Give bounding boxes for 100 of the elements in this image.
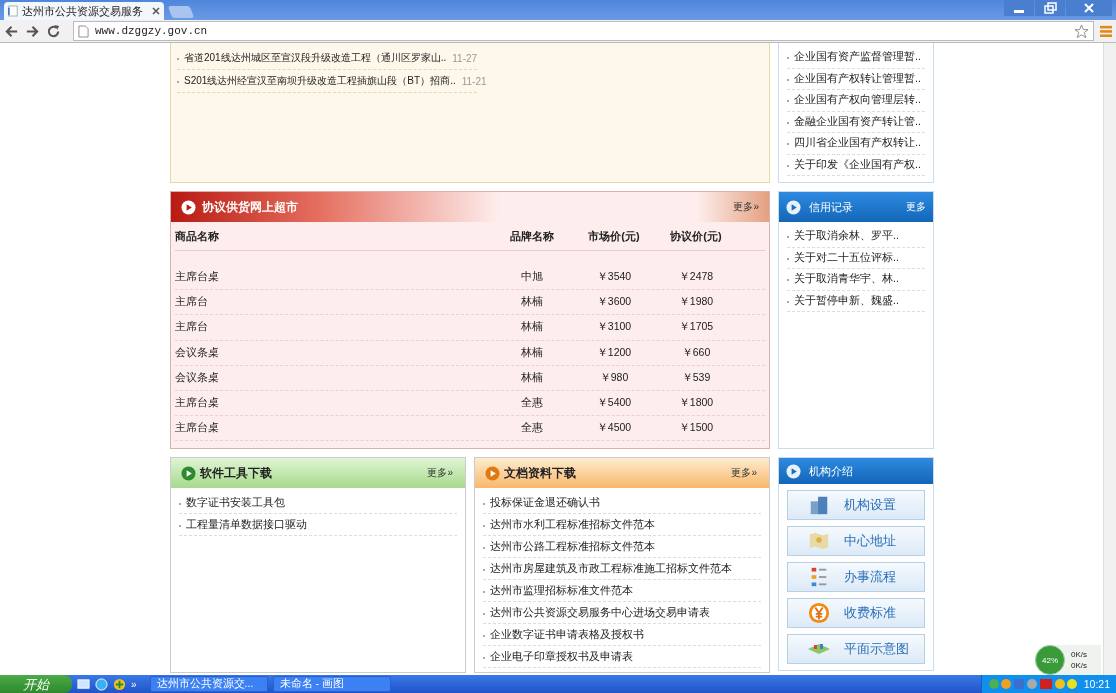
map-icon bbox=[808, 530, 830, 552]
star-icon[interactable] bbox=[1074, 23, 1089, 39]
column-header: 商品名称 bbox=[175, 228, 220, 244]
start-button[interactable]: 开始 bbox=[0, 675, 72, 693]
more-link[interactable]: 更多» bbox=[427, 466, 453, 480]
download-link[interactable]: 达州市水利工程标准招标文件范本 bbox=[483, 517, 655, 532]
download-link[interactable]: 达州市公共资源交易服务中心进场交易申请表 bbox=[483, 605, 710, 620]
forward-icon[interactable] bbox=[25, 23, 40, 39]
table-cell-text: ￥980 bbox=[598, 370, 630, 385]
about-button[interactable]: 收费标准 bbox=[787, 598, 925, 628]
policy-link[interactable]: 金融企业国有资产转让管.. bbox=[787, 114, 921, 129]
menu-icon[interactable] bbox=[1100, 25, 1112, 37]
table-cell-text: 林楠 bbox=[520, 370, 544, 385]
about-button[interactable]: 中心地址 bbox=[787, 526, 925, 556]
table-cell-text: 主席台 bbox=[175, 295, 209, 310]
address-bar[interactable]: www.dzggzy.gov.cn bbox=[73, 21, 1094, 41]
policy-link[interactable]: 四川省企业国有产权转让.. bbox=[787, 136, 921, 151]
table-cell-text: ￥1200 bbox=[595, 345, 633, 360]
column-header: 协议价(元) bbox=[669, 228, 723, 244]
credit-link[interactable]: 关于取消青华宇、林.. bbox=[787, 272, 899, 287]
download-link[interactable]: 工程量清单数据接口驱动 bbox=[179, 517, 307, 532]
about-button[interactable]: 平面示意图 bbox=[787, 634, 925, 664]
reload-icon[interactable] bbox=[46, 23, 61, 39]
download-link[interactable]: 企业电子印章授权书及申请表 bbox=[483, 649, 633, 664]
download-link[interactable]: 达州市房屋建筑及市政工程标准施工招标文件范本 bbox=[483, 561, 732, 576]
table-cell-text: 主席台桌 bbox=[175, 396, 220, 411]
back-icon[interactable] bbox=[4, 23, 19, 39]
policy-link[interactable]: 关于印发《企业国有产权.. bbox=[787, 157, 921, 172]
more-link[interactable]: 更多 bbox=[906, 200, 926, 214]
restore-icon[interactable] bbox=[1035, 0, 1065, 16]
taskbar-button[interactable]: 达州市公共资源交... bbox=[149, 676, 268, 692]
credit-link[interactable]: 关于暂停申新、魏盛.. bbox=[787, 293, 899, 308]
table-cell-text: 全惠 bbox=[520, 421, 544, 436]
upload-speed: 0K/s bbox=[1071, 649, 1087, 660]
minimize-icon[interactable] bbox=[1004, 0, 1034, 16]
page-icon bbox=[78, 24, 89, 38]
policy-link[interactable]: 企业国有产权转让管理暂.. bbox=[787, 71, 921, 86]
scrollbar[interactable] bbox=[1103, 43, 1116, 675]
play-icon bbox=[786, 463, 801, 479]
panel-title: 信用记录 bbox=[809, 199, 854, 215]
table-cell-text: ￥1500 bbox=[677, 421, 715, 436]
tab-title: 达州市公共资源交易服务 bbox=[22, 3, 144, 19]
more-link[interactable]: 更多» bbox=[733, 200, 759, 214]
credit-link[interactable]: 关于取消余林、罗平.. bbox=[787, 229, 899, 244]
table-cell-text: ￥3100 bbox=[595, 320, 633, 335]
table-cell-text: ￥1705 bbox=[677, 320, 715, 335]
desktop-icon[interactable] bbox=[77, 677, 90, 691]
notice-link[interactable]: S201线达州经宣汉至南坝升级改造工程插旗山段（BT）招商.. bbox=[177, 74, 456, 88]
panel-title: 软件工具下载 bbox=[200, 464, 273, 482]
table-cell-text: 林楠 bbox=[520, 345, 544, 360]
table-cell-text: 林楠 bbox=[520, 295, 544, 310]
table-cell-text: ￥1980 bbox=[677, 295, 715, 310]
more-button[interactable]: » bbox=[131, 678, 137, 690]
floor-plan-icon bbox=[808, 644, 830, 654]
clock: 10:21 bbox=[1083, 678, 1110, 690]
more-link[interactable]: 更多» bbox=[731, 466, 757, 480]
page-icon bbox=[8, 5, 18, 17]
download-link[interactable]: 投标保证金退还确认书 bbox=[483, 495, 600, 510]
download-link[interactable]: 达州市公路工程标准招标文件范本 bbox=[483, 539, 655, 554]
download-speed: 0K/s bbox=[1071, 660, 1087, 671]
yen-coin-icon bbox=[808, 602, 830, 624]
plus-icon[interactable] bbox=[113, 677, 126, 691]
table-cell-text: ￥1800 bbox=[677, 396, 715, 411]
browser-tab[interactable]: 达州市公共资源交易服务 bbox=[4, 2, 164, 20]
building-icon bbox=[808, 494, 830, 516]
download-link[interactable]: 企业数字证书申请表格及授权书 bbox=[483, 627, 644, 642]
about-button[interactable]: 办事流程 bbox=[787, 562, 925, 592]
close-icon[interactable] bbox=[152, 7, 160, 15]
table-cell-text: 中旭 bbox=[520, 270, 544, 285]
table-cell-text: ￥539 bbox=[680, 370, 712, 385]
table-cell-text: 主席台桌 bbox=[175, 270, 220, 285]
table-cell-text: 会议条桌 bbox=[175, 370, 220, 385]
play-icon bbox=[181, 199, 196, 215]
play-icon bbox=[786, 199, 801, 215]
taskbar-button[interactable]: 未命名 - 画图 bbox=[272, 676, 391, 692]
notice-date: 11-21 bbox=[461, 75, 487, 87]
column-header: 市场价(元) bbox=[587, 228, 641, 244]
policy-link[interactable]: 企业国有产权向管理层转.. bbox=[787, 93, 921, 108]
panel-title: 机构介绍 bbox=[809, 463, 854, 479]
play-icon bbox=[485, 465, 500, 481]
policy-link[interactable]: 企业国有资产监督管理暂.. bbox=[787, 50, 921, 65]
panel-title: 协议供货网上超市 bbox=[202, 198, 299, 216]
table-cell-text: ￥3540 bbox=[595, 270, 633, 285]
about-button[interactable]: 机构设置 bbox=[787, 490, 925, 520]
download-link[interactable]: 达州市监理招标标准文件范本 bbox=[483, 583, 633, 598]
percent-badge: 42% bbox=[1035, 645, 1065, 675]
close-icon[interactable] bbox=[1066, 0, 1112, 16]
globe-icon[interactable] bbox=[95, 677, 108, 691]
table-cell-text: 主席台桌 bbox=[175, 421, 220, 436]
table-cell-text: ￥3600 bbox=[595, 295, 633, 310]
credit-link[interactable]: 关于对二十五位评标.. bbox=[787, 250, 899, 265]
download-link[interactable]: 数字证书安装工具包 bbox=[179, 495, 285, 510]
table-cell-text: ￥660 bbox=[680, 345, 712, 360]
table-cell-text: ￥4500 bbox=[595, 421, 633, 436]
table-cell-text: ￥2478 bbox=[677, 270, 715, 285]
table-cell-text: 会议条桌 bbox=[175, 345, 220, 360]
play-icon bbox=[181, 465, 196, 481]
column-header: 品牌名称 bbox=[509, 228, 555, 244]
panel-title: 文档资料下载 bbox=[504, 464, 577, 482]
notice-link[interactable]: 省道201线达州城区至宣汉段升级改造工程（通川区罗家山.. bbox=[177, 51, 447, 65]
